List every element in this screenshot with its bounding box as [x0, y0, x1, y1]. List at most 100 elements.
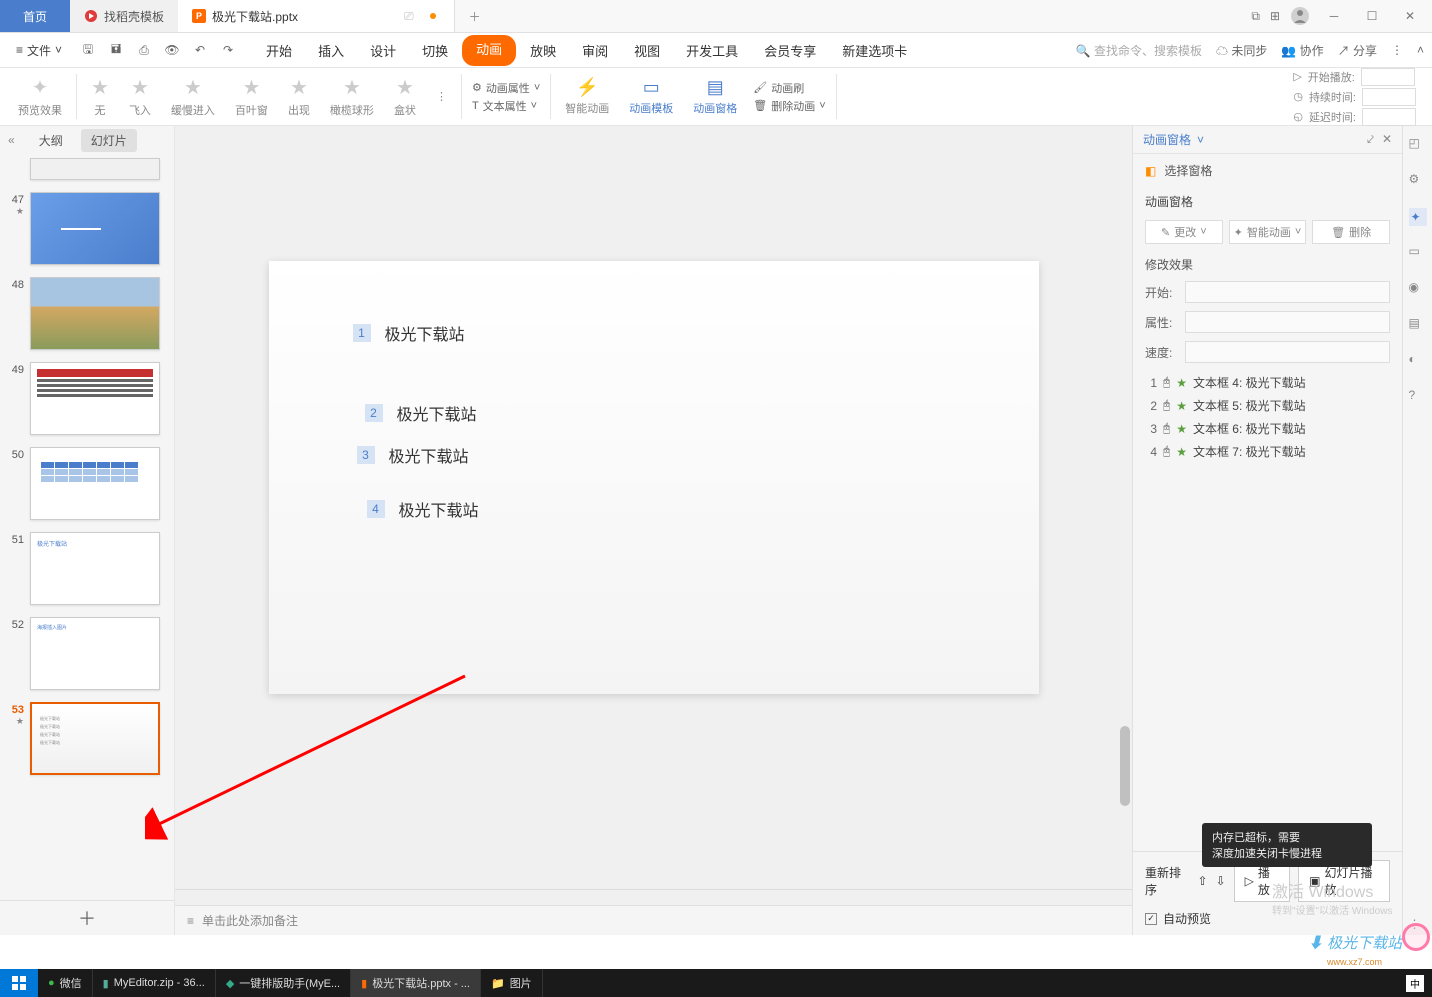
- tb-pictures[interactable]: 📁图片: [481, 969, 543, 997]
- menu-devtools[interactable]: 开发工具: [674, 35, 750, 66]
- menu-newtab[interactable]: 新建选项卡: [830, 35, 919, 66]
- thumb-48[interactable]: [30, 277, 160, 350]
- anim-box[interactable]: ★盒状: [384, 73, 426, 120]
- anim-olive[interactable]: ★橄榄球形: [320, 73, 384, 120]
- tool-icon-1[interactable]: ◰: [1409, 136, 1427, 154]
- anim-badge[interactable]: 1: [353, 324, 371, 342]
- menu-review[interactable]: 审阅: [570, 35, 620, 66]
- vertical-scrollbar[interactable]: [1116, 126, 1132, 889]
- anim-more[interactable]: ⋮: [426, 88, 457, 105]
- slide-text[interactable]: 极光下载站: [389, 443, 469, 467]
- tb-wechat[interactable]: ●微信: [38, 969, 93, 997]
- anim-badge[interactable]: 3: [357, 446, 375, 464]
- attr-select[interactable]: [1185, 311, 1390, 333]
- delay-input[interactable]: [1362, 108, 1416, 126]
- collapse-ribbon-icon[interactable]: ˄: [1417, 43, 1424, 57]
- thumb-50[interactable]: [30, 447, 160, 520]
- anim-template-button[interactable]: ▭动画模板: [619, 75, 683, 118]
- anim-attr-button[interactable]: ⚙ 动画属性 ˅: [472, 80, 540, 96]
- anim-blinds[interactable]: ★百叶窗: [225, 73, 278, 120]
- anim-list-item[interactable]: 3🖰★文本框 6: 极光下载站: [1141, 417, 1394, 440]
- anim-slowin[interactable]: ★缓慢进入: [161, 73, 225, 120]
- layout-icon[interactable]: ⧉: [1251, 9, 1260, 24]
- thumb-52[interactable]: 海报插入图片: [30, 617, 160, 690]
- tab-document[interactable]: P 极光下载站.pptx ⎚: [178, 0, 455, 32]
- anim-flyin[interactable]: ★飞入: [119, 73, 161, 120]
- preview-icon[interactable]: 👁: [160, 38, 184, 62]
- share-button[interactable]: ↗ 分享: [1338, 42, 1377, 59]
- anim-none[interactable]: ★无: [81, 73, 119, 120]
- redo-icon[interactable]: ↷: [216, 38, 240, 62]
- menu-start[interactable]: 开始: [254, 35, 304, 66]
- thumb-51[interactable]: 极光下载站: [30, 532, 160, 605]
- tool-icon-4[interactable]: ▭: [1409, 244, 1427, 262]
- thumb-47[interactable]: [30, 192, 160, 265]
- menu-vip[interactable]: 会员专享: [752, 35, 828, 66]
- anim-list-item[interactable]: 2🖰★文本框 5: 极光下载站: [1141, 394, 1394, 417]
- tab-view-icon[interactable]: ⎚: [404, 9, 414, 24]
- anim-appear[interactable]: ★出现: [278, 73, 320, 120]
- coop-button[interactable]: 👥 协作: [1281, 42, 1323, 59]
- anim-list-item[interactable]: 4🖰★文本框 7: 极光下载站: [1141, 440, 1394, 463]
- lang-indicator[interactable]: 中: [1406, 975, 1424, 992]
- tb-ppt[interactable]: ▮极光下载站.pptx - ...: [351, 969, 481, 997]
- avatar[interactable]: [1290, 6, 1310, 26]
- tool-icon-help[interactable]: ?: [1409, 388, 1427, 406]
- tab-add-button[interactable]: ＋: [455, 0, 495, 32]
- select-pane-button[interactable]: ◧选择窗格: [1133, 154, 1402, 187]
- move-up-button[interactable]: ⇧: [1198, 874, 1208, 888]
- tool-icon-6[interactable]: ▤: [1409, 316, 1427, 334]
- menu-animation[interactable]: 动画: [462, 35, 516, 66]
- start-input[interactable]: [1361, 68, 1415, 86]
- undo-icon[interactable]: ↶: [188, 38, 212, 62]
- close-button[interactable]: ✕: [1396, 2, 1424, 30]
- menu-view[interactable]: 视图: [622, 35, 672, 66]
- tb-typeset[interactable]: ◆一键排版助手(MyE...: [216, 969, 351, 997]
- close-pane-icon[interactable]: ✕: [1382, 132, 1392, 147]
- smart-anim-button[interactable]: ✦ 智能动画 ˅: [1229, 220, 1307, 244]
- notes-bar[interactable]: ≡ 单击此处添加备注: [175, 905, 1132, 935]
- dropdown-icon[interactable]: ˅: [1197, 133, 1204, 147]
- slide-canvas[interactable]: 1极光下载站 2极光下载站 3极光下载站 4极光下载站: [269, 261, 1039, 694]
- horizontal-scrollbar[interactable]: [175, 889, 1132, 905]
- speed-select[interactable]: [1185, 341, 1390, 363]
- tool-icon-7[interactable]: ◐: [1409, 352, 1427, 370]
- slide-text[interactable]: 极光下载站: [397, 401, 477, 425]
- modify-button[interactable]: ✎ 更改 ˅: [1145, 220, 1223, 244]
- tool-icon-5[interactable]: ◉: [1409, 280, 1427, 298]
- anim-brush-button[interactable]: 🖌 动画刷: [753, 80, 825, 96]
- preview-effect-button[interactable]: ✦ 预览效果: [8, 73, 72, 120]
- minimize-button[interactable]: ─: [1320, 2, 1348, 30]
- print-icon[interactable]: ⎙: [132, 38, 156, 62]
- duration-input[interactable]: [1362, 88, 1416, 106]
- menu-slideshow[interactable]: 放映: [518, 35, 568, 66]
- thumb-53[interactable]: 极光下载站极光下载站极光下载站极光下载站: [30, 702, 160, 775]
- canvas-scroll[interactable]: 1极光下载站 2极光下载站 3极光下载站 4极光下载站: [175, 126, 1132, 889]
- move-down-button[interactable]: ⇩: [1216, 874, 1226, 888]
- menu-transition[interactable]: 切换: [410, 35, 460, 66]
- saveas-icon[interactable]: 🖬: [104, 38, 128, 62]
- slides-tab[interactable]: 幻灯片: [81, 129, 137, 152]
- tool-icon-anim[interactable]: ✦: [1409, 208, 1427, 226]
- save-icon[interactable]: 🖫: [76, 38, 100, 62]
- tab-template[interactable]: 找稻壳模板: [70, 0, 178, 32]
- anim-list-item[interactable]: 1🖰★文本框 4: 极光下载站: [1141, 371, 1394, 394]
- file-menu[interactable]: ≡ 文件 ˅: [8, 38, 70, 63]
- slide-text[interactable]: 极光下载站: [399, 497, 479, 521]
- start-button[interactable]: [0, 969, 38, 997]
- del-anim-button[interactable]: 🗑 删除动画 ˅: [753, 98, 825, 114]
- search-input[interactable]: 🔍 查找命令、搜索模板: [1076, 42, 1202, 59]
- slide-text[interactable]: 极光下载站: [385, 321, 465, 345]
- pin-icon[interactable]: ⤦: [1367, 132, 1374, 147]
- maximize-button[interactable]: ☐: [1358, 2, 1386, 30]
- scroll-thumb[interactable]: [1120, 726, 1130, 806]
- thumb-49[interactable]: [30, 362, 160, 435]
- outline-tab[interactable]: 大纲: [29, 129, 73, 152]
- menu-insert[interactable]: 插入: [306, 35, 356, 66]
- start-select[interactable]: [1185, 281, 1390, 303]
- text-attr-button[interactable]: T 文本属性 ˅: [472, 98, 540, 114]
- anim-badge[interactable]: 2: [365, 404, 383, 422]
- thumb-partial[interactable]: [30, 158, 160, 180]
- anim-pane-button[interactable]: ▤动画窗格: [683, 75, 747, 118]
- sync-button[interactable]: ☁ 未同步: [1216, 42, 1267, 59]
